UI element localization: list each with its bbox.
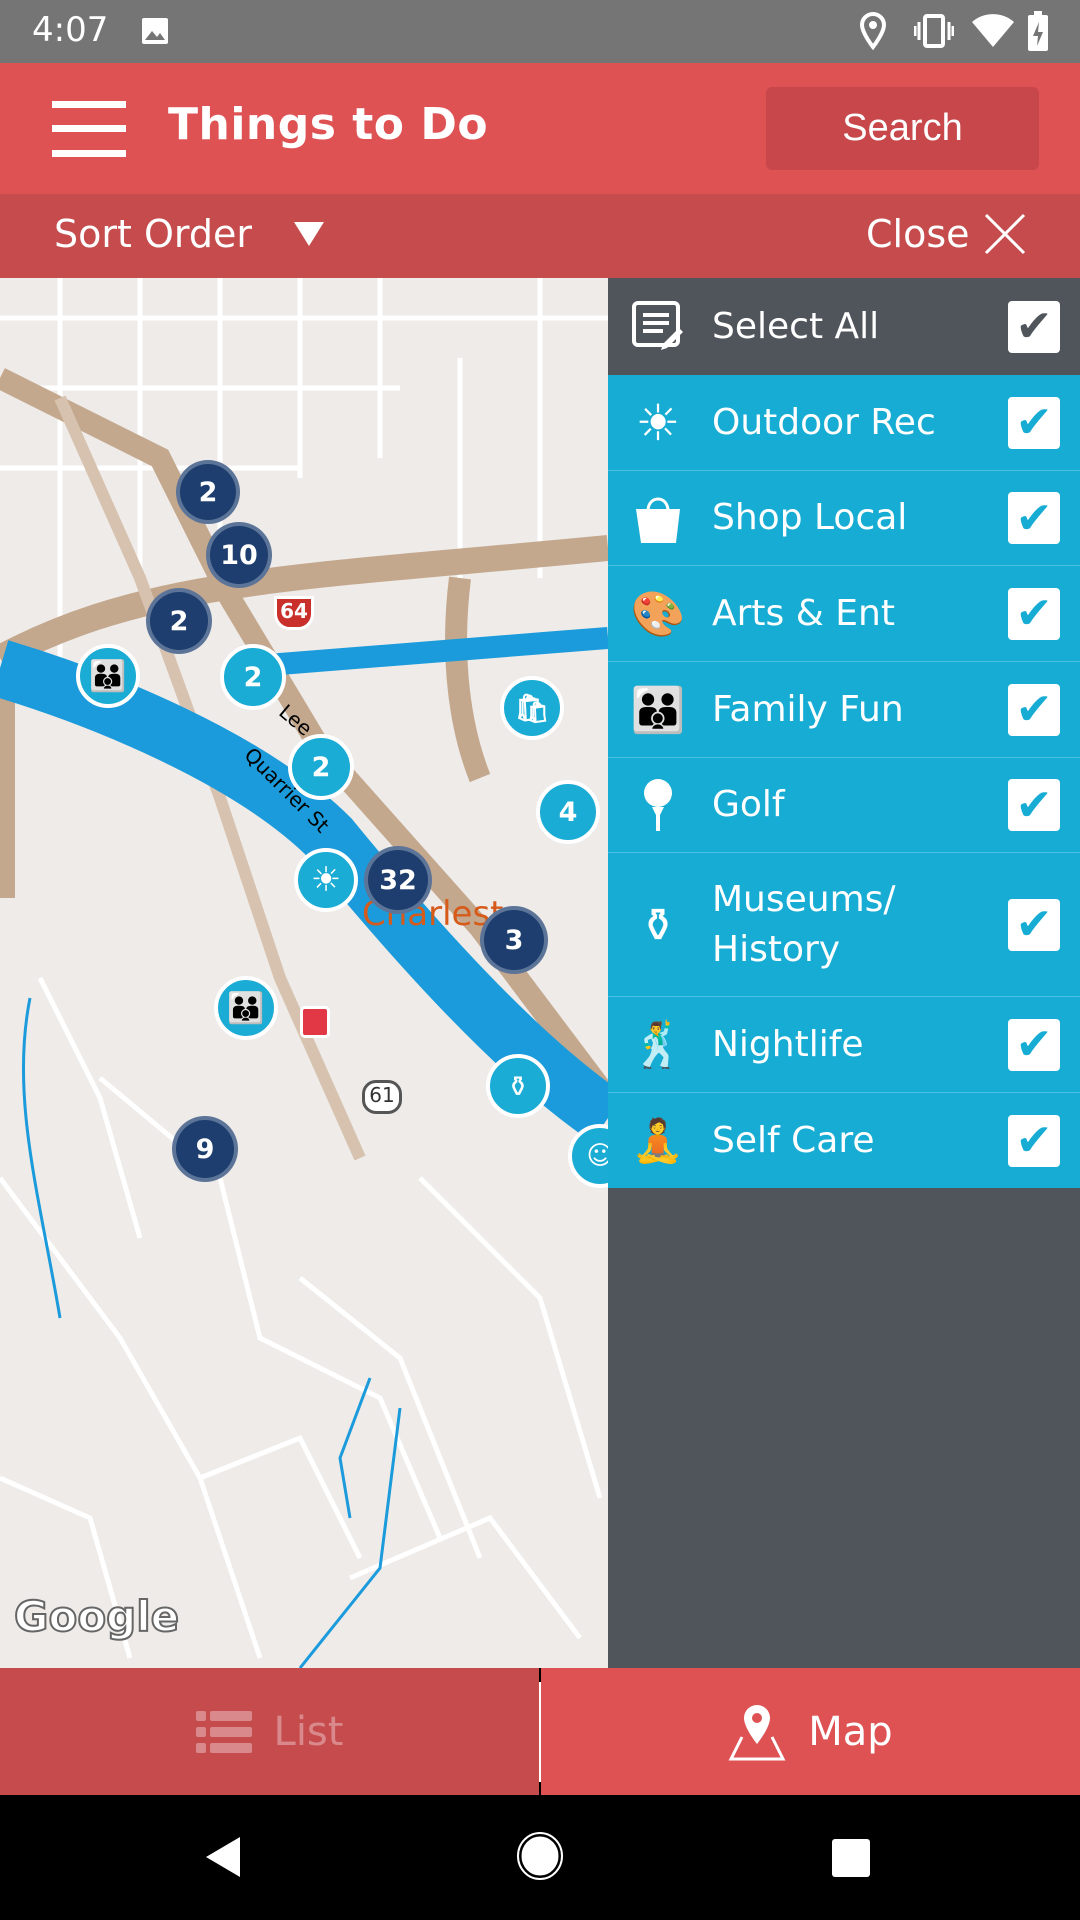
cluster-marker[interactable]: 4	[536, 780, 600, 844]
home-icon[interactable]	[516, 1831, 564, 1881]
bottom-tab-bar: List Map	[0, 1668, 1080, 1795]
transit-icon	[300, 1006, 330, 1038]
route-shield: 64	[274, 596, 314, 630]
dancer-icon: 🕺	[630, 1019, 686, 1071]
page-title: Things to Do	[168, 99, 489, 150]
shopping-bag-icon	[628, 488, 688, 548]
tab-map-label: Map	[808, 1708, 893, 1755]
cluster-marker[interactable]: 9	[172, 1116, 238, 1182]
category-checkbox[interactable]: ✔	[1008, 779, 1060, 831]
close-icon	[984, 213, 1025, 255]
battery-charging-icon	[1028, 11, 1048, 51]
status-bar: 4:07	[0, 0, 1080, 63]
cluster-marker[interactable]: 2	[288, 734, 354, 800]
search-button[interactable]: Search	[766, 87, 1039, 170]
category-label: Family Fun	[712, 688, 904, 730]
clock: 4:07	[32, 10, 109, 50]
map-pin-icon	[728, 1704, 786, 1760]
category-label: Outdoor Rec	[712, 401, 936, 443]
category-checkbox[interactable]: ✔	[1008, 587, 1060, 640]
app-header: Things to Do Search	[0, 63, 1080, 194]
family-icon: 👪	[630, 684, 686, 736]
cluster-marker[interactable]: 32	[364, 846, 432, 914]
spa-icon: 🧘	[631, 1115, 685, 1165]
back-icon[interactable]	[204, 1835, 244, 1879]
sun-marker-icon[interactable]: ☀	[294, 848, 358, 912]
vase-icon: ⚱	[638, 897, 678, 952]
category-golf[interactable]: Golf ✔	[608, 758, 1080, 853]
category-nightlife[interactable]: 🕺 Nightlife ✔	[608, 997, 1080, 1093]
category-label: Shop Local	[712, 497, 908, 538]
sun-icon: ☀	[635, 393, 681, 452]
route-shield: 61	[362, 1080, 402, 1114]
palette-icon: 🎨	[630, 588, 686, 640]
list-icon	[195, 1710, 252, 1753]
vibrate-icon	[914, 14, 954, 48]
category-shop-local[interactable]: Shop Local ✔	[608, 471, 1080, 566]
category-checkbox[interactable]: ✔	[1008, 396, 1060, 449]
category-checkbox[interactable]: ✔	[1008, 683, 1060, 736]
google-logo: Google	[13, 1591, 180, 1642]
recents-icon[interactable]	[830, 1837, 872, 1879]
caret-down-icon	[293, 222, 324, 246]
category-museums-history[interactable]: ⚱ Museums/ History ✔	[608, 853, 1080, 997]
tab-list-label: List	[273, 1708, 344, 1755]
cluster-marker[interactable]: 2	[220, 644, 286, 710]
cluster-marker[interactable]: 3	[480, 906, 548, 974]
golf-icon	[628, 775, 688, 835]
category-label: Golf	[712, 784, 785, 825]
category-outdoor-rec[interactable]: ☀ Outdoor Rec ✔	[608, 375, 1080, 471]
tab-map[interactable]: Map	[541, 1668, 1080, 1795]
category-arts-ent[interactable]: 🎨 Arts & Ent ✔	[608, 566, 1080, 662]
sort-order-label: Sort Order	[54, 212, 252, 256]
category-checkbox[interactable]: ✔	[1008, 1018, 1060, 1071]
hamburger-icon[interactable]	[52, 101, 126, 157]
category-checkbox[interactable]: ✔	[1008, 898, 1060, 951]
map-view[interactable]: 64 61 Lee Quarrier St Charlest Google 2 …	[0, 278, 608, 1668]
cluster-marker[interactable]: 2	[176, 460, 240, 524]
sort-order-dropdown[interactable]: Sort Order	[54, 212, 324, 256]
filter-panel: Select All ✔ ☀ Outdoor Rec ✔ Shop Local …	[608, 278, 1080, 1668]
vase-marker-icon[interactable]: ⚱	[486, 1054, 550, 1118]
close-label: Close	[866, 212, 970, 256]
select-all-row[interactable]: Select All ✔	[608, 278, 1080, 375]
cluster-marker[interactable]: 10	[206, 522, 272, 588]
category-checkbox[interactable]: ✔	[1008, 492, 1060, 544]
close-button[interactable]: Close	[866, 212, 1026, 256]
category-checkbox[interactable]: ✔	[1008, 1114, 1060, 1167]
category-label: Self Care	[712, 1119, 875, 1161]
category-family-fun[interactable]: 👪 Family Fun ✔	[608, 662, 1080, 758]
shopping-bag-marker-icon[interactable]: 🛍	[500, 676, 564, 740]
select-all-label: Select All	[712, 305, 880, 347]
location-icon	[859, 12, 887, 50]
category-label: Museums/ History	[712, 878, 896, 970]
sort-bar: Sort Order Close	[0, 194, 1080, 278]
cluster-marker[interactable]: 2	[146, 588, 212, 654]
family-marker-icon[interactable]: 👪	[76, 644, 140, 708]
category-label: Arts & Ent	[712, 592, 895, 634]
tab-list[interactable]: List	[0, 1668, 539, 1795]
category-label: Nightlife	[712, 1023, 864, 1065]
family-marker-icon[interactable]: 👪	[214, 976, 278, 1040]
system-nav-bar	[0, 1795, 1080, 1920]
select-all-checkbox[interactable]: ✔	[1008, 300, 1060, 353]
image-icon	[142, 18, 168, 44]
wifi-icon	[972, 14, 1014, 47]
list-edit-icon	[628, 297, 688, 357]
category-self-care[interactable]: 🧘 Self Care ✔	[608, 1093, 1080, 1188]
